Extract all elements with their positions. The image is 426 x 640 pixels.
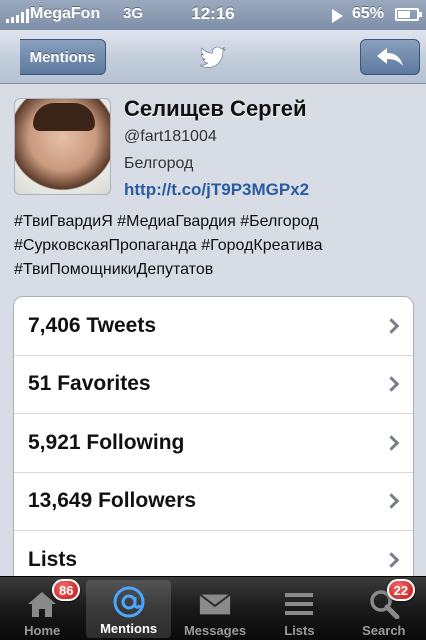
envelope-icon — [198, 589, 232, 619]
reply-button[interactable] — [360, 39, 420, 75]
chevron-right-icon — [383, 376, 400, 393]
stat-label: 7,406 Tweets — [28, 313, 157, 337]
tab-label: Lists — [284, 623, 315, 638]
tab-messages[interactable]: Messages — [173, 577, 257, 640]
status-bar: MegaFon 3G 12:16 65% — [0, 0, 426, 30]
avatar[interactable] — [14, 98, 111, 195]
back-button[interactable]: Mentions — [20, 39, 106, 75]
bio-line: #СурковскаяПропаганда #ГородКреатива — [14, 237, 323, 254]
play-icon — [332, 9, 343, 23]
chevron-right-icon — [383, 434, 400, 451]
navigation-bar: Mentions — [0, 30, 426, 84]
tab-mentions[interactable]: Mentions — [86, 580, 171, 638]
profile-bio: #ТвиГвардиЯ #МедиаГвардия #Белгород #Сур… — [14, 210, 419, 282]
tab-bar: 86 Home Mentions Messages Lists 22 Searc… — [0, 576, 426, 640]
stat-label: Lists — [28, 547, 78, 571]
profile-name: Селищев Сергей — [124, 96, 307, 121]
tab-home[interactable]: 86 Home — [0, 577, 84, 640]
profile-stats-list: 7,406 Tweets 51 Favorites 5,921 Followin… — [13, 296, 414, 596]
profile-location: Белгород — [124, 155, 194, 172]
chevron-right-icon — [383, 317, 400, 334]
unread-badge: 22 — [386, 579, 416, 601]
unread-badge: 86 — [52, 579, 81, 601]
twitter-bird-icon — [200, 46, 226, 68]
battery-percentage: 65% — [352, 5, 385, 22]
stat-row-following[interactable]: 5,921 Following — [14, 414, 413, 473]
tab-label: Home — [24, 623, 61, 638]
stat-label: 13,649 Followers — [28, 489, 197, 513]
bio-line: #ТвиПомощникиДепутатов — [14, 261, 214, 278]
stat-row-tweets[interactable]: 7,406 Tweets — [14, 297, 413, 356]
battery-icon — [395, 8, 422, 21]
tab-lists[interactable]: Lists — [257, 577, 341, 640]
chevron-right-icon — [383, 551, 400, 568]
tab-search[interactable]: 22 Search — [342, 577, 426, 640]
reply-arrow-icon — [377, 48, 403, 66]
stat-label: 5,921 Following — [28, 430, 185, 454]
tab-label: Messages — [183, 623, 247, 638]
profile-url-link[interactable]: http://t.co/jT9P3MGPx2 — [124, 180, 309, 200]
bio-line: #ТвиГвардиЯ #МедиаГвардия #Белгород — [14, 213, 319, 230]
tab-label: Search — [362, 623, 406, 638]
profile-handle: @fart181004 — [124, 128, 217, 145]
stat-label: 51 Favorites — [28, 372, 151, 396]
chevron-right-icon — [383, 493, 400, 510]
stat-row-favorites[interactable]: 51 Favorites — [14, 356, 413, 414]
tab-label: Mentions — [100, 621, 158, 636]
at-sign-icon — [112, 586, 146, 618]
back-button-label: Mentions — [29, 48, 96, 66]
list-icon — [282, 589, 316, 619]
stat-row-followers[interactable]: 13,649 Followers — [14, 473, 413, 531]
